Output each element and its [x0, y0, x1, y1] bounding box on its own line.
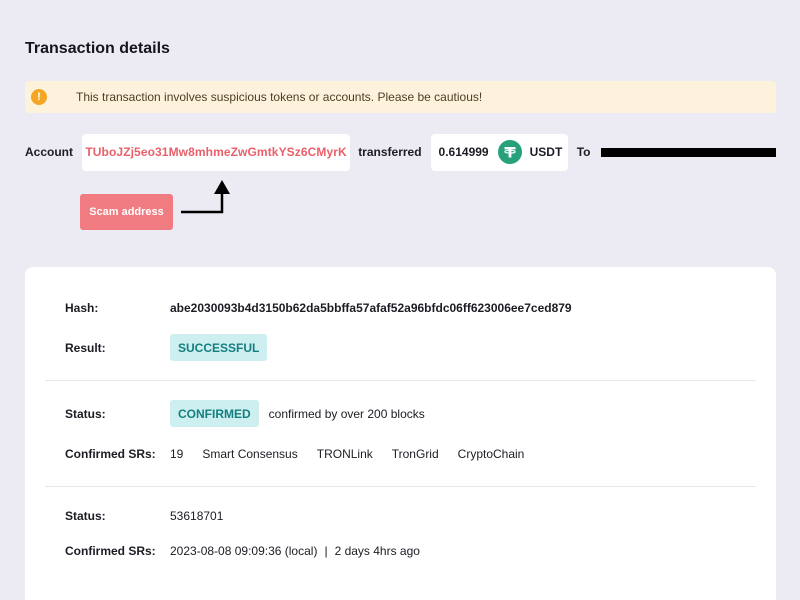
block-status-label: Status:: [65, 509, 106, 523]
pointer-arrow-icon: [181, 180, 230, 214]
warning-text: This transaction involves suspicious tok…: [76, 90, 483, 104]
hash-value[interactable]: abe2030093b4d3150b62da5bbffa57afaf52a96b…: [170, 301, 572, 315]
divider: [45, 486, 756, 487]
account-label: Account: [25, 145, 73, 159]
status-note: confirmed by over 200 blocks: [268, 406, 425, 421]
separator: |: [324, 544, 328, 558]
exclamation-icon: !: [31, 89, 47, 105]
sr-item[interactable]: TronGrid: [392, 447, 439, 461]
warning-banner: ! This transaction involves suspicious t…: [25, 81, 776, 113]
result-label: Result:: [65, 340, 106, 355]
divider: [45, 380, 756, 381]
block-row: Status: 53618701: [65, 509, 223, 523]
confirmed-srs-row: Confirmed SRs: 19 Smart Consensus TRONLi…: [65, 447, 543, 461]
timestamp-row: Confirmed SRs: 2023-08-08 09:09:36 (loca…: [65, 544, 420, 558]
scam-address-badge: Scam address: [80, 194, 173, 230]
status-row: Status: CONFIRMED confirmed by over 200 …: [65, 400, 425, 427]
result-badge: SUCCESSFUL: [170, 334, 268, 361]
block-number[interactable]: 53618701: [170, 509, 223, 523]
timestamp-value: 2023-08-08 09:09:36 (local): [170, 544, 318, 558]
account-address-link[interactable]: TUboJZj5eo31Mw8mhmeZwGmtkYSz6CMyrK: [85, 145, 346, 159]
hash-label: Hash:: [65, 301, 99, 315]
result-row: Result: SUCCESSFUL: [65, 334, 268, 361]
sr-count: 19: [170, 447, 184, 461]
status-label: Status:: [65, 406, 106, 421]
status-badge: CONFIRMED: [170, 400, 259, 427]
to-label: To: [576, 145, 591, 159]
amount-box: 0.614999 USDT: [430, 133, 568, 171]
amount-value: 0.614999: [438, 145, 489, 159]
sr-item[interactable]: Smart Consensus: [202, 447, 297, 461]
page: Transaction details ! This transaction i…: [0, 0, 800, 600]
tether-icon: [497, 140, 522, 164]
confirmed-srs-label: Confirmed SRs:: [65, 447, 156, 461]
sr-item[interactable]: TRONLink: [317, 447, 373, 461]
relative-time: 2 days 4hrs ago: [334, 544, 420, 558]
redacted-recipient-address: [600, 147, 776, 157]
page-title: Transaction details: [25, 40, 170, 57]
transaction-info-card: Hash: abe2030093b4d3150b62da5bbffa57afaf…: [25, 267, 776, 600]
transfer-summary: Account TUboJZj5eo31Mw8mhmeZwGmtkYSz6CMy…: [25, 133, 776, 171]
account-address-box[interactable]: TUboJZj5eo31Mw8mhmeZwGmtkYSz6CMyrK: [82, 133, 351, 171]
timestamp-label: Confirmed SRs:: [65, 544, 156, 558]
sr-item[interactable]: CryptoChain: [458, 447, 525, 461]
transferred-label: transferred: [358, 145, 422, 159]
hash-row: Hash: abe2030093b4d3150b62da5bbffa57afaf…: [65, 301, 572, 315]
token-symbol: USDT: [529, 145, 563, 159]
